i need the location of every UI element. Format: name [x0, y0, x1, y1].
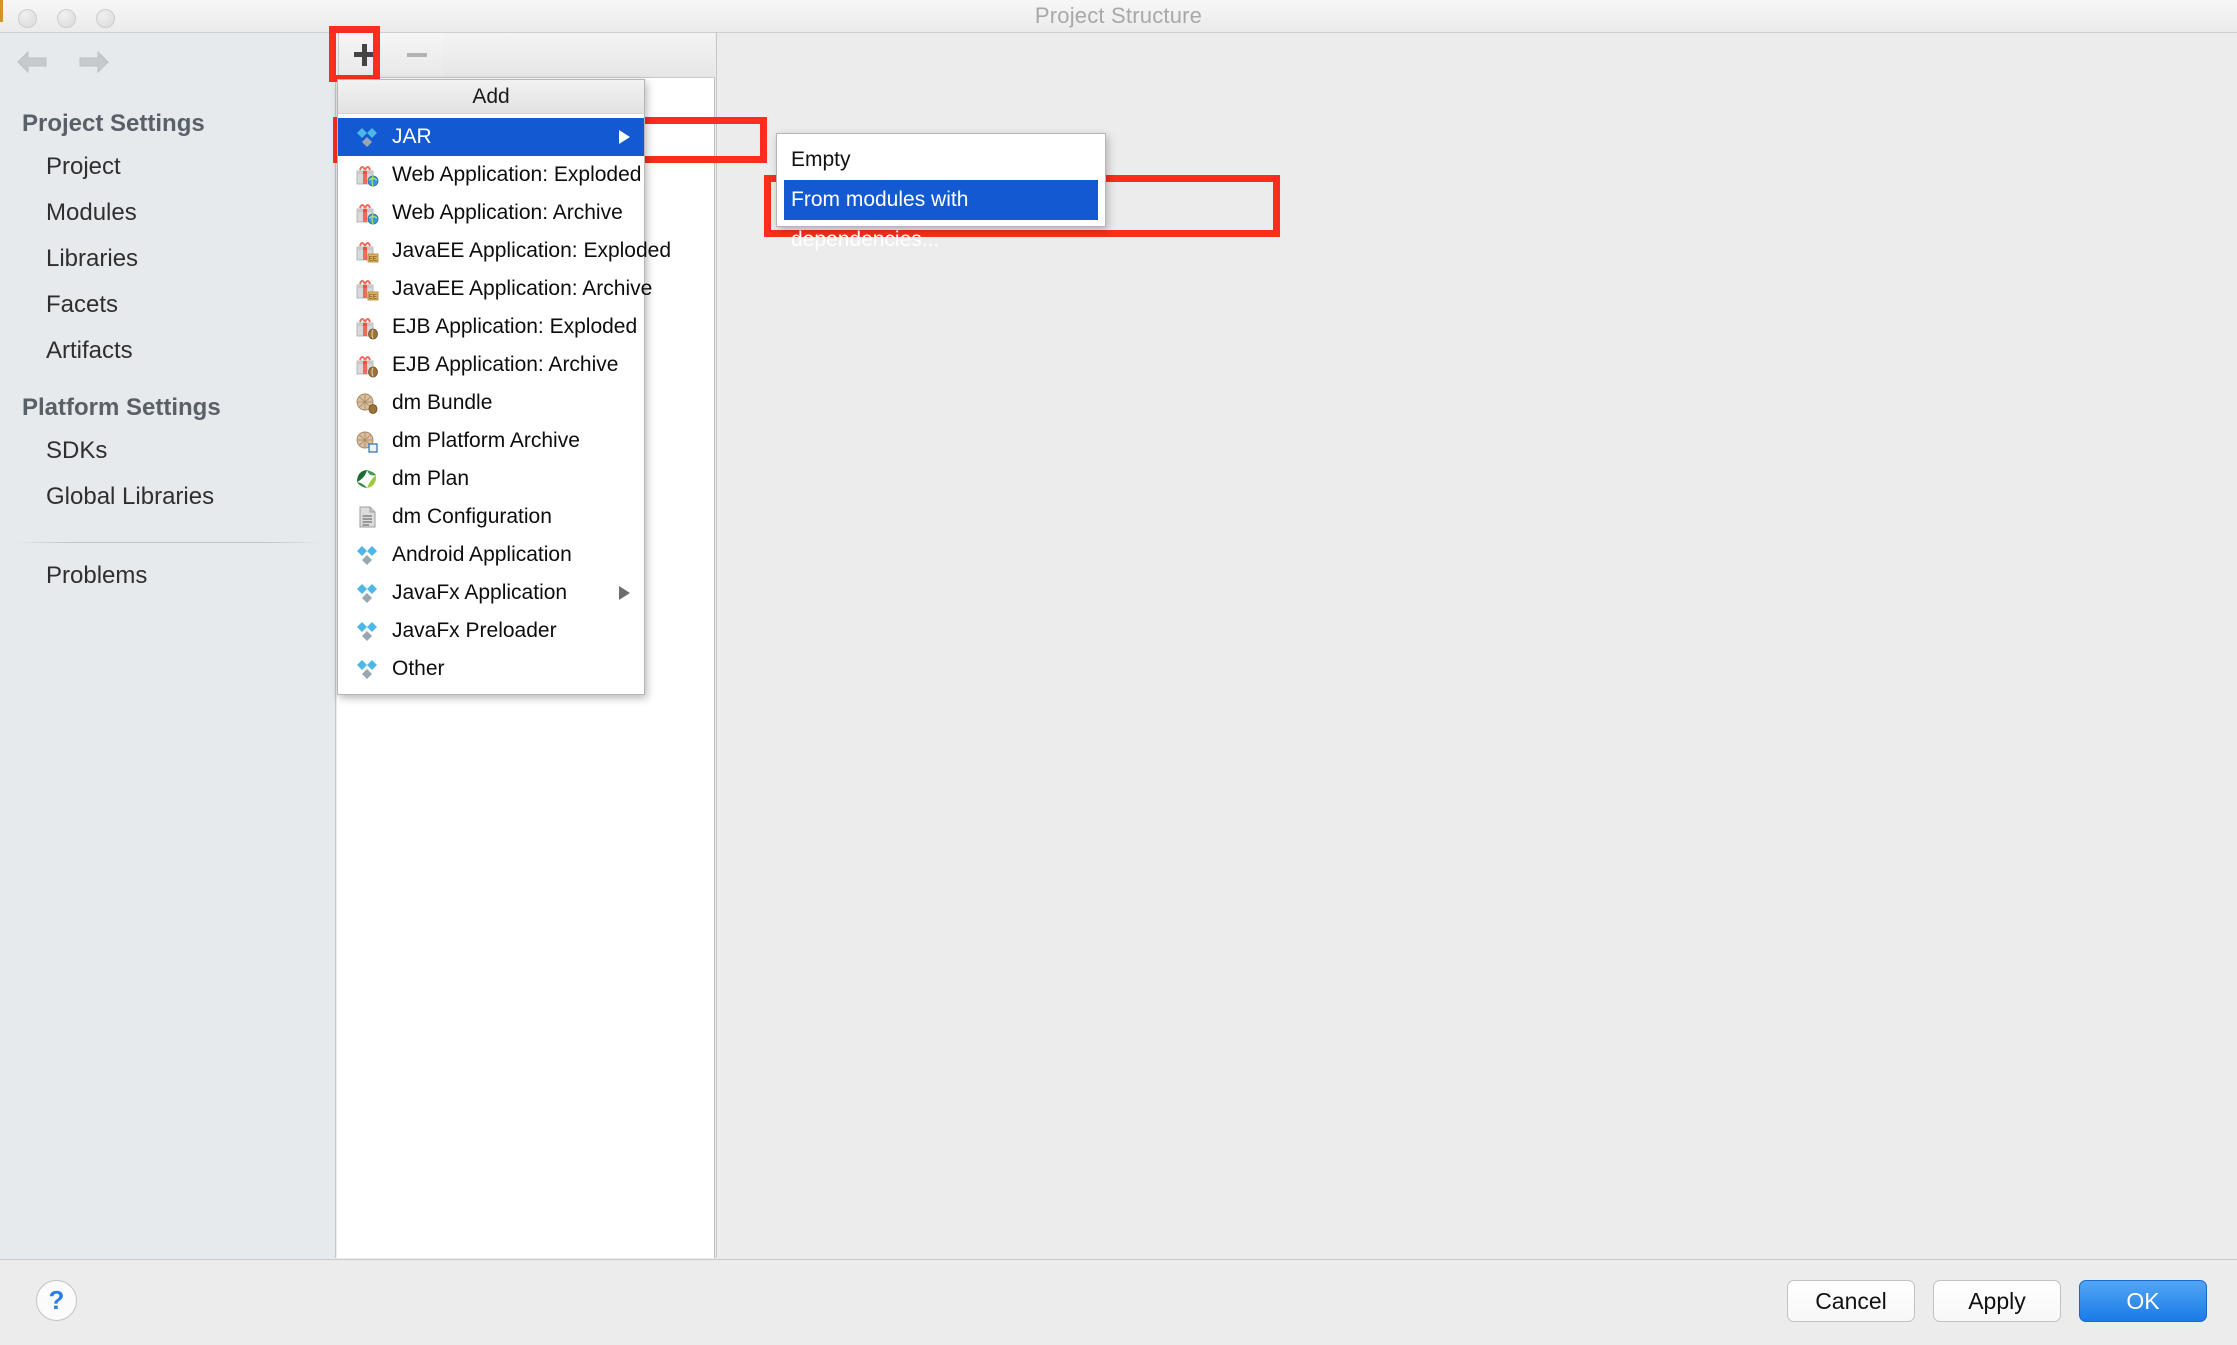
minus-icon [407, 53, 427, 57]
svg-text:EE: EE [369, 257, 377, 263]
menu-item-label: JavaFx Application [392, 581, 568, 604]
sphere-box-icon [354, 428, 380, 454]
submenu-item-from-modules-with-dependencies[interactable]: From modules with dependencies... [784, 180, 1098, 251]
add-artifact-button[interactable] [338, 33, 390, 77]
menu-item-label: dm Plan [392, 467, 470, 490]
navigation-arrows [16, 49, 110, 75]
menu-item-android-application[interactable]: Android Application [338, 536, 644, 574]
help-button[interactable]: ? [36, 1280, 77, 1321]
menu-item-label: Android Application [392, 543, 572, 566]
sidebar-group-project-settings: Project Settings [22, 110, 205, 137]
diamond-blue-icon [354, 618, 380, 644]
window-title: Project Structure [1034, 3, 1203, 28]
gift-ee-icon: EE [354, 276, 380, 302]
gift-globe-icon [354, 162, 380, 188]
menu-item-other[interactable]: Other [338, 650, 644, 688]
artifacts-toolbar [337, 33, 715, 78]
menu-item-dm-bundle[interactable]: dm Bundle [338, 384, 644, 422]
menu-item-web-application-exploded[interactable]: Web Application: Exploded [338, 156, 644, 194]
sphere-bean-icon [354, 390, 380, 416]
document-icon [354, 504, 380, 530]
menu-item-label: JavaEE Application: Exploded [392, 239, 672, 262]
menu-item-label: JAR [392, 125, 432, 148]
chevron-right-icon [619, 130, 630, 144]
sidebar-item-modules[interactable]: Modules [0, 190, 336, 236]
gift-bean-icon [354, 314, 380, 340]
menu-item-label: EJB Application: Exploded [392, 315, 638, 338]
menu-item-javaee-application-exploded[interactable]: EE JavaEE Application: Exploded [338, 232, 671, 270]
sidebar-group-platform-settings: Platform Settings [22, 394, 221, 421]
menu-item-label: Web Application: Exploded [392, 163, 642, 186]
menu-item-label: JavaFx Preloader [392, 619, 557, 642]
title-bar: Project Structure [0, 0, 2237, 33]
menu-item-label: dm Configuration [392, 505, 552, 528]
sidebar-list: Project Settings Project Modules Librari… [0, 90, 336, 599]
menu-item-ejb-application-exploded[interactable]: EJB Application: Exploded [338, 308, 644, 346]
sidebar-item-artifacts[interactable]: Artifacts [0, 328, 336, 374]
menu-item-label: JavaEE Application: Archive [392, 277, 653, 300]
sidebar-item-project[interactable]: Project [0, 144, 336, 190]
menu-item-label: dm Platform Archive [392, 429, 580, 452]
sidebar-item-problems[interactable]: Problems [0, 553, 336, 599]
plus-icon [353, 44, 376, 66]
ok-button[interactable]: OK [2079, 1280, 2207, 1322]
project-structure-window: Project Structure Project Settings Proje… [0, 0, 2237, 1345]
menu-item-jar[interactable]: JAR [338, 118, 644, 156]
sidebar-item-facets[interactable]: Facets [0, 282, 336, 328]
diamond-blue-icon [354, 124, 380, 150]
remove-artifact-button[interactable] [391, 33, 443, 77]
arrow-left-icon[interactable] [16, 49, 50, 75]
menu-item-label: Web Application: Archive [392, 201, 623, 224]
settings-sidebar: Project Settings Project Modules Librari… [0, 33, 336, 1258]
add-artifact-menu: Add JAR Web Application: Exploded Web Ap… [337, 79, 671, 695]
jar-submenu: Empty From modules with dependencies... [776, 133, 1106, 251]
cancel-button[interactable]: Cancel [1787, 1280, 1915, 1322]
apply-button[interactable]: Apply [1933, 1280, 2061, 1322]
submenu-item-empty[interactable]: Empty [777, 140, 1105, 180]
gift-bean-icon [354, 352, 380, 378]
sidebar-item-sdks[interactable]: SDKs [0, 428, 336, 474]
diamond-blue-icon [354, 580, 380, 606]
menu-item-ejb-application-archive[interactable]: EJB Application: Archive [338, 346, 644, 384]
add-menu-header: Add [338, 80, 644, 114]
menu-item-javafx-preloader[interactable]: JavaFx Preloader [338, 612, 644, 650]
sidebar-item-global-libraries[interactable]: Global Libraries [0, 474, 336, 520]
leaf-green-icon [354, 466, 380, 492]
menu-item-javaee-application-archive[interactable]: EE JavaEE Application: Archive [338, 270, 652, 308]
dialog-footer: ? Cancel Apply OK http://blog. csdn. net… [0, 1259, 2237, 1345]
gift-ee-icon: EE [354, 238, 380, 264]
diamond-blue-icon [354, 656, 380, 682]
sidebar-item-libraries[interactable]: Libraries [0, 236, 336, 282]
menu-item-web-application-archive[interactable]: Web Application: Archive [338, 194, 644, 232]
menu-item-dm-configuration[interactable]: dm Configuration [338, 498, 644, 536]
menu-item-dm-plan[interactable]: dm Plan [338, 460, 644, 498]
arrow-right-icon[interactable] [76, 49, 110, 75]
menu-item-javafx-application[interactable]: JavaFx Application [338, 574, 644, 612]
chevron-right-icon [619, 586, 630, 600]
dialog-action-buttons: Cancel Apply OK [1787, 1280, 2207, 1322]
menu-item-dm-platform-archive[interactable]: dm Platform Archive [338, 422, 644, 460]
add-menu-items: JAR Web Application: Exploded Web Applic… [338, 114, 671, 694]
gift-globe-icon [354, 200, 380, 226]
menu-item-label: Other [392, 657, 445, 680]
svg-text:EE: EE [369, 295, 377, 301]
menu-item-label: EJB Application: Archive [392, 353, 619, 376]
diamond-blue-icon [354, 542, 380, 568]
menu-item-label: dm Bundle [392, 391, 493, 414]
sidebar-divider [14, 542, 322, 543]
